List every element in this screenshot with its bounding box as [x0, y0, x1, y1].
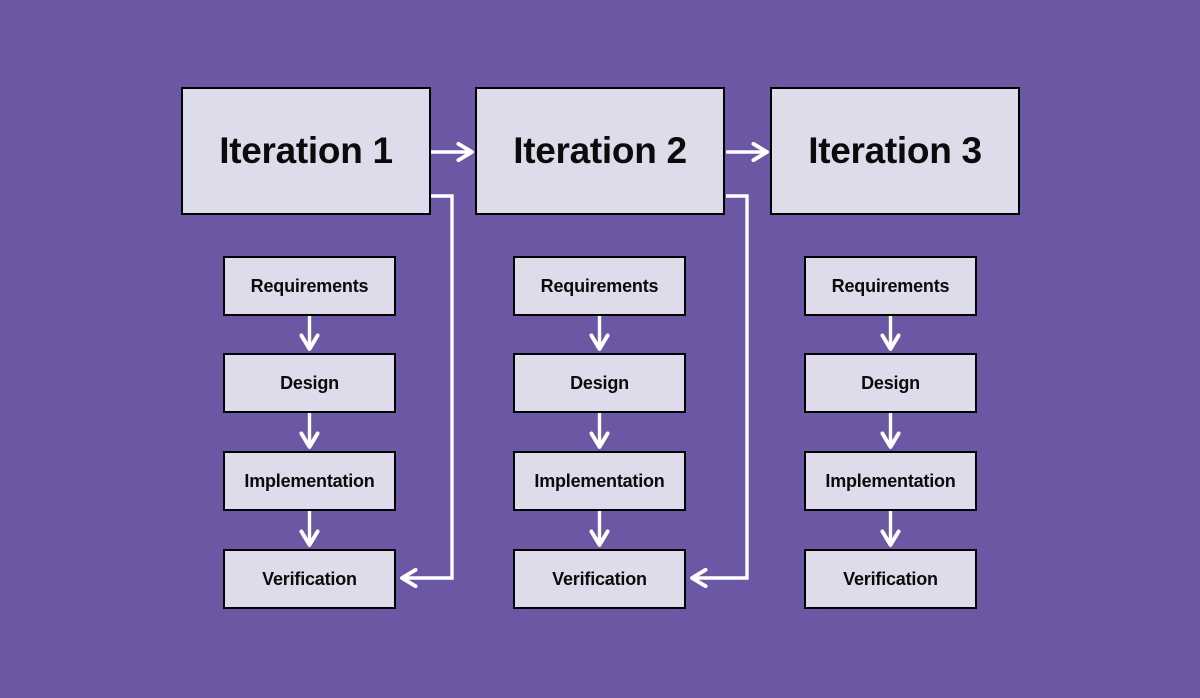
- iteration-box-1-label: Iteration 1: [219, 130, 393, 171]
- stage-box-iteration2-implementation[interactable]: Implementation: [513, 451, 686, 511]
- iteration-box-3[interactable]: Iteration 3: [770, 87, 1020, 215]
- iteration-box-1[interactable]: Iteration 1: [181, 87, 431, 215]
- stage-label: Implementation: [244, 470, 375, 491]
- stage-label: Implementation: [825, 470, 956, 491]
- stage-box-iteration3-verification[interactable]: Verification: [804, 549, 977, 609]
- stage-box-iteration3-design[interactable]: Design: [804, 353, 977, 413]
- stage-box-iteration2-verification[interactable]: Verification: [513, 549, 686, 609]
- stage-label: Requirements: [831, 275, 950, 296]
- feedback-loop-iteration2-to-verification: [690, 194, 749, 589]
- iteration-box-3-label: Iteration 3: [808, 130, 982, 171]
- stage-label: Verification: [262, 568, 357, 589]
- iteration-box-2-label: Iteration 2: [513, 130, 687, 171]
- iteration-box-2[interactable]: Iteration 2: [475, 87, 725, 215]
- stage-box-iteration1-verification[interactable]: Verification: [223, 549, 396, 609]
- stage-label: Design: [280, 372, 339, 393]
- diagram-canvas: Iteration 1 Iteration 2 Iteration 3 Requ…: [0, 0, 1200, 698]
- stage-box-iteration3-implementation[interactable]: Implementation: [804, 451, 977, 511]
- stage-label: Design: [570, 372, 629, 393]
- stage-box-iteration1-design[interactable]: Design: [223, 353, 396, 413]
- stage-label: Implementation: [534, 470, 665, 491]
- stage-box-iteration2-requirements[interactable]: Requirements: [513, 256, 686, 316]
- stage-box-iteration2-design[interactable]: Design: [513, 353, 686, 413]
- feedback-loop-iteration1-to-verification: [400, 194, 454, 589]
- stage-label: Requirements: [540, 275, 659, 296]
- stage-label: Requirements: [250, 275, 369, 296]
- stage-label: Verification: [552, 568, 647, 589]
- stage-label: Design: [861, 372, 920, 393]
- stage-box-iteration1-implementation[interactable]: Implementation: [223, 451, 396, 511]
- stage-box-iteration1-requirements[interactable]: Requirements: [223, 256, 396, 316]
- stage-box-iteration3-requirements[interactable]: Requirements: [804, 256, 977, 316]
- stage-label: Verification: [843, 568, 938, 589]
